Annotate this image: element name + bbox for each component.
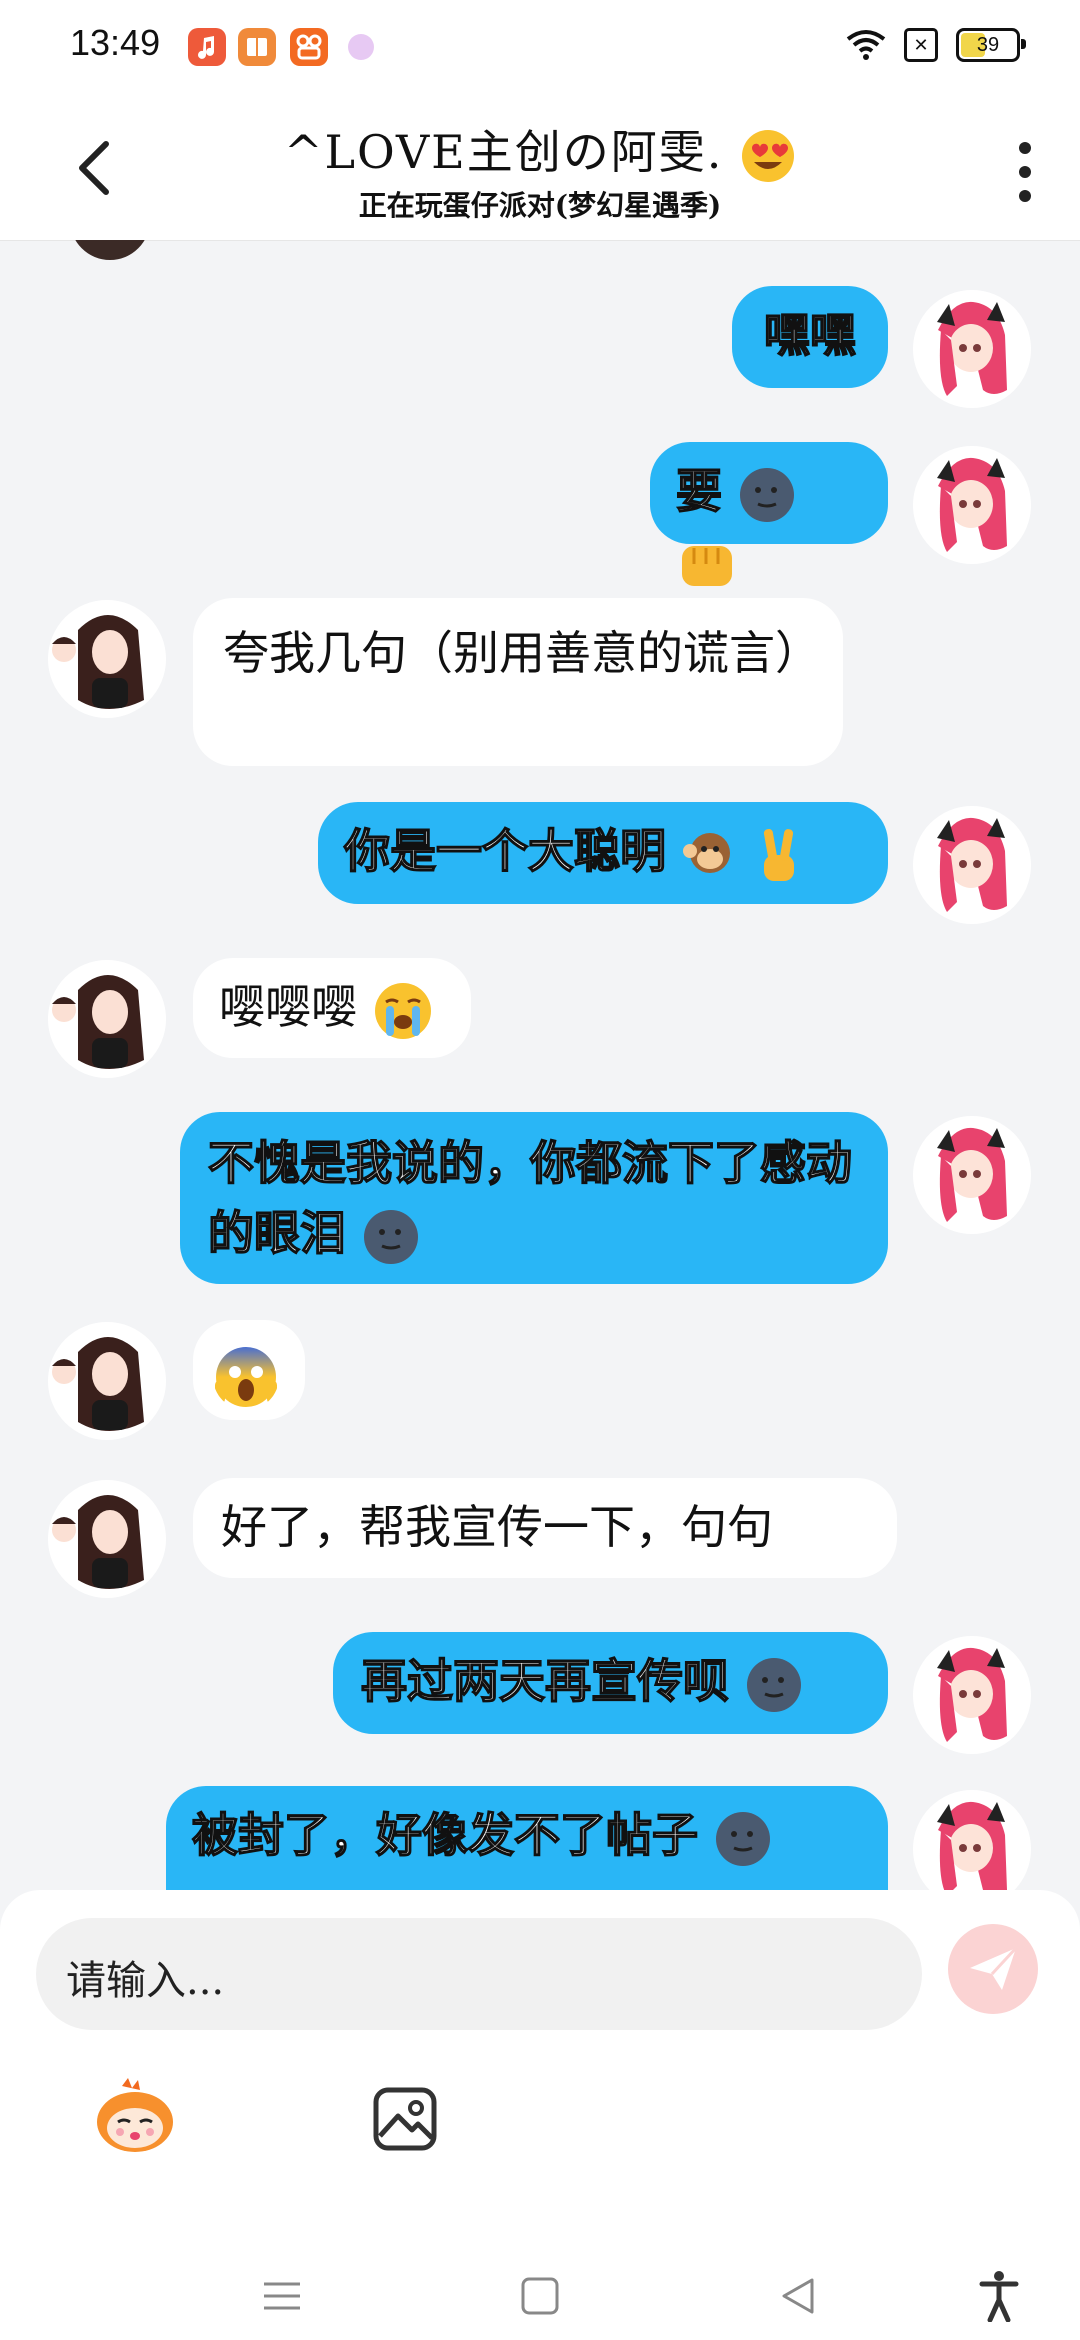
- contact-name: ^LOVE主创の阿雯.: [283, 125, 724, 179]
- contact-avatar[interactable]: [48, 600, 166, 718]
- chat-header: ^LOVE主创の阿雯. 正在玩蛋仔派对(梦幻星遇季): [0, 96, 1080, 241]
- message-bubble-received[interactable]: 夸我几句（别用善意的谎言）: [193, 598, 843, 766]
- contact-avatar[interactable]: [48, 1322, 166, 1440]
- message-bubble-sent[interactable]: 要: [650, 442, 888, 586]
- ball-app-icon: [348, 34, 374, 60]
- accessibility-icon[interactable]: [978, 2270, 1020, 2322]
- send-button[interactable]: [948, 1924, 1038, 2014]
- status-icons: ✕ 39: [846, 28, 1026, 62]
- sim-off-icon: ✕: [904, 28, 938, 62]
- moon-face-emoji-icon: [716, 1812, 771, 1866]
- image-icon: [373, 2087, 437, 2151]
- moon-face-emoji-icon: [740, 468, 795, 522]
- chat-title[interactable]: ^LOVE主创の阿雯.: [0, 116, 1080, 184]
- reader-app-icon: [238, 28, 276, 66]
- more-options-icon[interactable]: [1014, 142, 1036, 202]
- scream-face-emoji-icon: [215, 1347, 277, 1407]
- message-bubble-received[interactable]: [193, 1320, 305, 1420]
- image-picker-button[interactable]: [372, 2086, 438, 2152]
- battery-level: 39: [976, 33, 1000, 56]
- battery-icon: 39: [956, 28, 1026, 62]
- message-bubble-sent[interactable]: 再过两天再宣传呗: [333, 1632, 888, 1734]
- message-bubble-sent[interactable]: 你是一个大聪明: [318, 802, 888, 904]
- input-placeholder: 请输入...: [66, 1958, 225, 2004]
- contact-status: 正在玩蛋仔派对(梦幻星遇季): [358, 189, 722, 222]
- system-nav-bar: [0, 2250, 1080, 2340]
- fist-emoji-icon: [682, 546, 732, 586]
- status-bar: 13:49 ✕ 39: [0, 0, 1080, 96]
- message-bubble-received[interactable]: 嘤嘤嘤: [193, 958, 471, 1058]
- my-avatar[interactable]: [913, 806, 1031, 924]
- my-avatar[interactable]: [913, 1116, 1031, 1234]
- message-bubble-received[interactable]: 好了，帮我宣传一下，句句: [193, 1478, 897, 1578]
- message-input[interactable]: 请输入...: [36, 1918, 922, 2030]
- crying-face-emoji-icon: [374, 983, 431, 1039]
- send-icon: [970, 1946, 1018, 1990]
- moon-face-emoji-icon: [364, 1210, 419, 1264]
- music-app-icon: [188, 28, 226, 66]
- my-avatar[interactable]: [913, 290, 1031, 408]
- contact-avatar[interactable]: [48, 960, 166, 1078]
- message-bubble-sent[interactable]: 不愧是我说的，你都流下了感动的眼泪: [180, 1112, 888, 1284]
- chat-messages[interactable]: 嘿嘿 要 夸我几句（别用善意的谎言） 你是一个大聪明 嘤嘤嘤 不愧是我说的，你都…: [0, 240, 1080, 1890]
- emoji-sticker-button[interactable]: [92, 2076, 178, 2162]
- my-avatar[interactable]: [913, 1790, 1031, 1890]
- status-time: 13:49: [70, 22, 161, 63]
- menu-icon[interactable]: [262, 2276, 302, 2316]
- victory-hand-emoji-icon: [763, 829, 795, 881]
- my-avatar[interactable]: [913, 1636, 1031, 1754]
- home-icon[interactable]: [520, 2276, 560, 2316]
- input-panel: 请输入...: [0, 1890, 1080, 2340]
- heart-eyes-emoji-icon: [742, 130, 795, 182]
- avatar: [70, 240, 150, 260]
- my-avatar[interactable]: [913, 446, 1031, 564]
- message-bubble-sent[interactable]: 被封了，好像发不了帖子: [166, 1786, 888, 1890]
- message-bubble-sent[interactable]: 嘿嘿: [732, 286, 888, 388]
- monkey-emoji-icon: [683, 833, 731, 873]
- contact-avatar[interactable]: [48, 1480, 166, 1598]
- moon-face-emoji-icon: [747, 1658, 802, 1712]
- back-nav-icon[interactable]: [778, 2276, 818, 2316]
- wifi-icon: [846, 30, 886, 60]
- eggy-face-icon: [97, 2078, 173, 2152]
- kuaishou-app-icon: [290, 28, 328, 66]
